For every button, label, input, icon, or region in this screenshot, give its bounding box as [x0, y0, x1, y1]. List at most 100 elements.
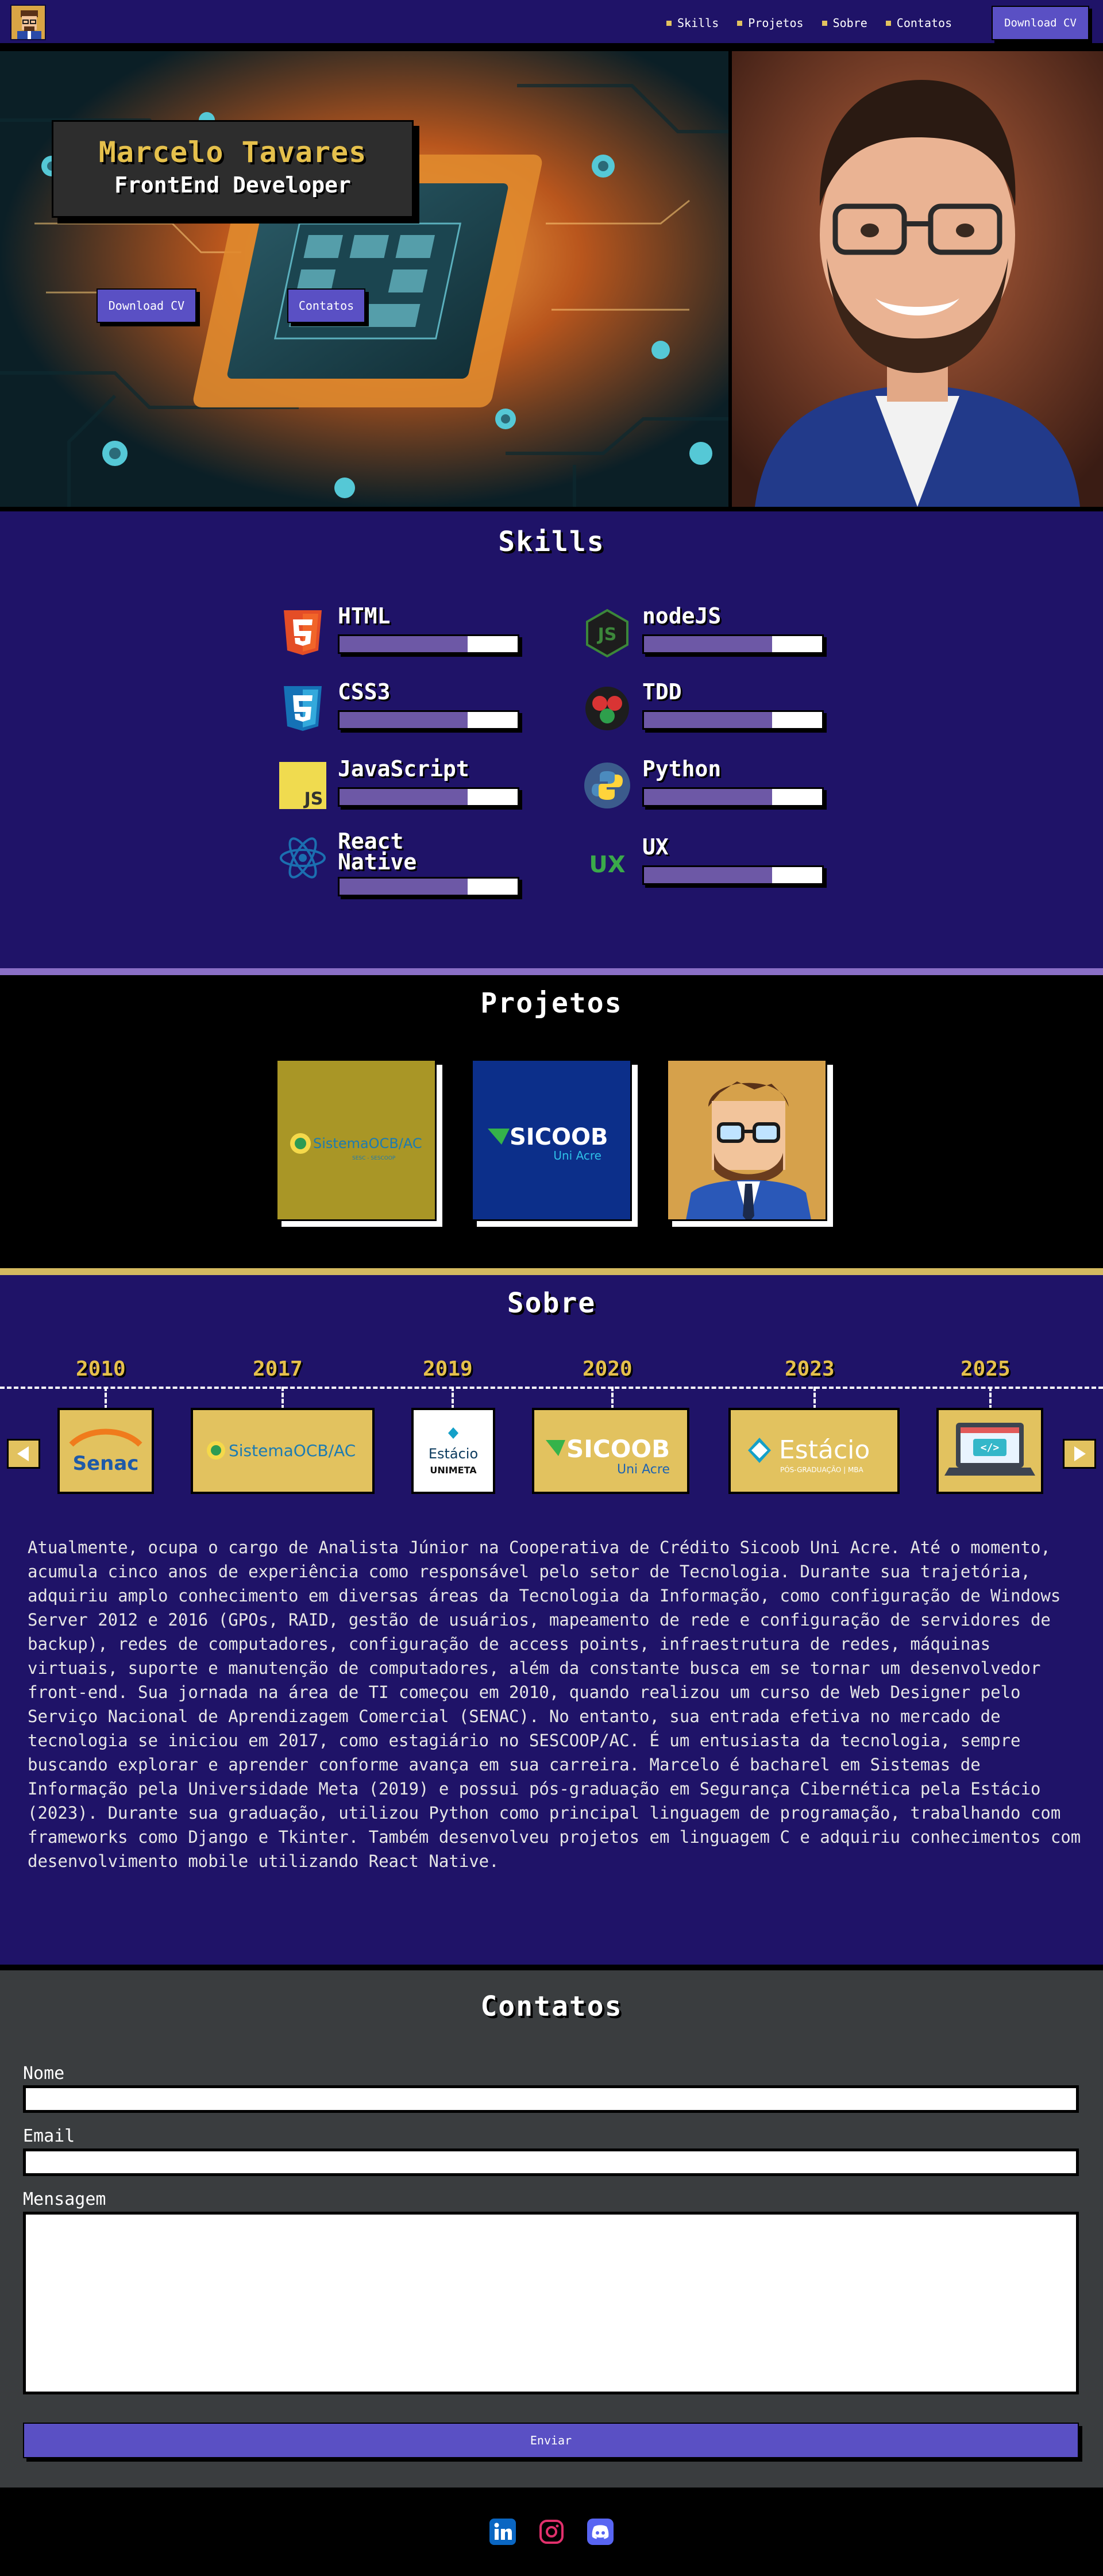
skill-progress-bar [338, 787, 519, 807]
nodejs-icon: JS [583, 608, 632, 658]
skill-progress-bar [642, 787, 824, 807]
project-card-ocb[interactable]: SistemaOCB/AC SESC - SESCOOP [276, 1059, 437, 1221]
timeline-card-dev[interactable]: </> [936, 1408, 1043, 1494]
skill-name: Python [642, 756, 722, 781]
avatar-logo-icon[interactable] [10, 5, 46, 40]
html5-icon [278, 608, 327, 657]
email-label: Email [23, 2126, 75, 2146]
hero-contacts-button[interactable]: Contatos [287, 288, 365, 323]
skill-progress-bar [338, 877, 519, 896]
skill-item: JS JavaScript [278, 756, 519, 818]
ux-icon: UX [583, 839, 632, 888]
timeline-logo-text: SistemaOCB/AC [229, 1441, 356, 1460]
project-card-sicoob[interactable]: SICOOB Uni Acre [471, 1059, 632, 1221]
nav-link-skills[interactable]: Skills [666, 16, 719, 30]
timeline-tick [813, 1387, 816, 1410]
timeline-logo-subtext: Uni Acre [617, 1462, 670, 1477]
skill-item: CSS3 [278, 681, 519, 741]
skill-progress-bar [642, 710, 824, 730]
project-logo-subtext: Uni Acre [553, 1149, 601, 1162]
about-title: Sobre [507, 1287, 596, 1319]
skills-title: Skills [498, 526, 605, 558]
timeline-next-arrow[interactable] [1063, 1439, 1096, 1469]
discord-icon[interactable] [587, 2519, 614, 2545]
skill-name: UX [642, 834, 669, 860]
skill-name: React Native [338, 829, 417, 875]
hero-portrait-photo [732, 51, 1103, 507]
css3-icon [278, 684, 327, 733]
section-divider [0, 1268, 1103, 1275]
timeline-card-sicoob[interactable]: SICOOB Uni Acre [532, 1408, 689, 1494]
bullet-icon [666, 20, 672, 26]
timeline-tick [611, 1387, 614, 1410]
project-logo-text: SistemaOCB/AC [313, 1135, 422, 1152]
timeline-prev-arrow[interactable] [7, 1439, 40, 1469]
timeline-card-ocb[interactable]: SistemaOCB/AC [191, 1408, 375, 1494]
timeline-tick [281, 1387, 284, 1410]
svg-text:UX: UX [589, 852, 625, 878]
timeline-card-unimeta[interactable]: Estácio UNIMETA [411, 1408, 495, 1494]
timeline-year: 2023 [785, 1357, 835, 1381]
skill-progress-fill [644, 867, 773, 883]
timeline-year: 2010 [76, 1357, 126, 1381]
hero-download-cv-button[interactable]: Download CV [97, 288, 196, 323]
skill-progress-fill [340, 789, 468, 805]
timeline-logo-subtext: PÓS-GRADUAÇÃO | MBA [780, 1465, 864, 1474]
skill-name: JavaScript [338, 756, 469, 781]
timeline-year: 2020 [583, 1357, 633, 1381]
python-icon [583, 761, 632, 810]
timeline-year: 2017 [253, 1357, 303, 1381]
hero-name: Marcelo Tavares [98, 136, 367, 169]
tdd-icon [583, 684, 632, 733]
skill-name: TDD [642, 679, 682, 704]
top-navbar: Skills Projetos Sobre Contatos Download … [0, 0, 1103, 47]
timeline-tick [989, 1387, 992, 1410]
hero-role: FrontEnd Developer [114, 172, 351, 198]
name-field[interactable] [23, 2085, 1079, 2113]
hero-title-card: Marcelo Tavares FrontEnd Developer [52, 120, 414, 218]
timeline-card-senac[interactable]: Senac [57, 1408, 154, 1494]
nav-link-label: Skills [677, 16, 719, 30]
skill-progress-fill [340, 636, 468, 652]
nav-link-projetos[interactable]: Projetos [737, 16, 804, 30]
skill-progress-fill [340, 879, 468, 895]
arrow-right-icon [1074, 1446, 1086, 1461]
skill-progress-fill [340, 712, 468, 728]
timeline-year: 2025 [961, 1357, 1011, 1381]
nav-download-cv-button[interactable]: Download CV [992, 6, 1089, 40]
timeline-logo-text: Estácio [779, 1435, 870, 1465]
skills-section [0, 511, 1103, 968]
skill-item: Python [583, 756, 824, 818]
skill-progress-fill [644, 712, 773, 728]
timeline-year: 2019 [423, 1357, 473, 1381]
nav-link-label: Projetos [748, 16, 804, 30]
instagram-icon[interactable] [538, 2519, 565, 2545]
skill-item: HTML [278, 605, 519, 665]
project-card-avatar[interactable] [666, 1059, 827, 1221]
skill-progress-fill [644, 789, 773, 805]
send-button[interactable]: Enviar [23, 2423, 1079, 2458]
contacts-title: Contatos [480, 1990, 623, 2023]
nav-link-label: Contatos [896, 16, 952, 30]
message-field[interactable] [23, 2212, 1079, 2394]
skill-progress-bar [338, 710, 519, 730]
timeline-line [0, 1387, 1103, 1389]
nav-link-sobre[interactable]: Sobre [822, 16, 867, 30]
email-field[interactable] [23, 2148, 1079, 2176]
bullet-icon [737, 20, 743, 26]
section-divider [0, 968, 1103, 975]
projects-title: Projetos [480, 987, 623, 1019]
message-label: Mensagem [23, 2189, 106, 2209]
skill-progress-bar [338, 634, 519, 654]
bullet-icon [885, 20, 891, 26]
timeline-tick [452, 1387, 454, 1410]
nav-link-contatos[interactable]: Contatos [885, 16, 952, 30]
hero-section: Marcelo Tavares FrontEnd Developer Downl… [0, 51, 1103, 507]
name-label: Nome [23, 2063, 65, 2084]
timeline-card-estacio[interactable]: Estácio PÓS-GRADUAÇÃO | MBA [728, 1408, 900, 1494]
skill-item: UX UX [583, 834, 824, 896]
skill-progress-fill [644, 636, 773, 652]
section-divider [0, 1965, 1103, 1970]
svg-text:JS: JS [597, 625, 617, 645]
linkedin-icon[interactable] [489, 2519, 516, 2545]
